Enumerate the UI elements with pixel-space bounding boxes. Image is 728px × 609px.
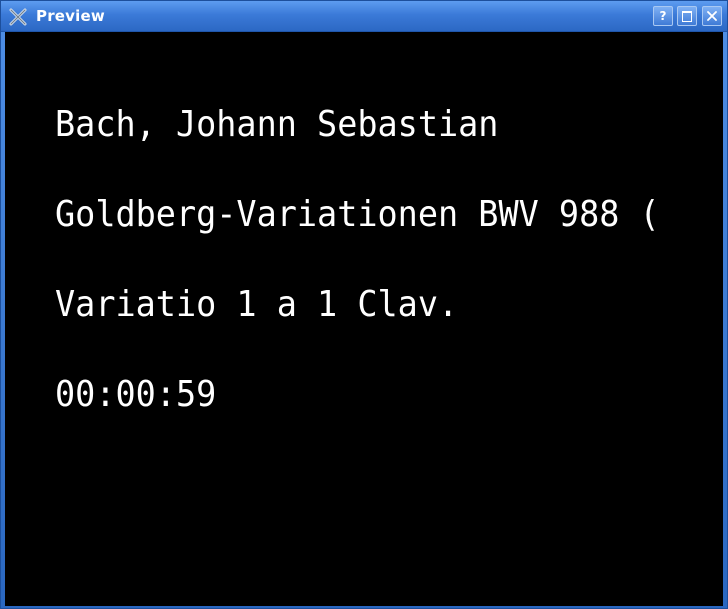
help-button[interactable]: ?: [653, 6, 673, 26]
maximize-icon: [682, 11, 692, 22]
preview-window: Preview ? Bach, Johann Sebastian Goldber…: [0, 0, 728, 609]
help-icon: ?: [659, 9, 667, 23]
elapsed-time-label: 00:00:59: [55, 374, 217, 415]
title-bar[interactable]: Preview ?: [1, 1, 727, 32]
window-title: Preview: [36, 7, 105, 25]
close-icon: [707, 11, 717, 21]
preview-viewport: Bach, Johann Sebastian Goldberg-Variatio…: [5, 32, 723, 606]
artist-label: Bach, Johann Sebastian: [55, 104, 499, 145]
album-label: Goldberg-Variationen BWV 988 (: [55, 194, 660, 235]
now-playing-text: Bach, Johann Sebastian Goldberg-Variatio…: [55, 50, 660, 470]
close-button[interactable]: [702, 6, 722, 26]
app-icon[interactable]: [9, 8, 27, 26]
maximize-button[interactable]: [677, 6, 697, 26]
track-label: Variatio 1 a 1 Clav.: [55, 284, 459, 325]
